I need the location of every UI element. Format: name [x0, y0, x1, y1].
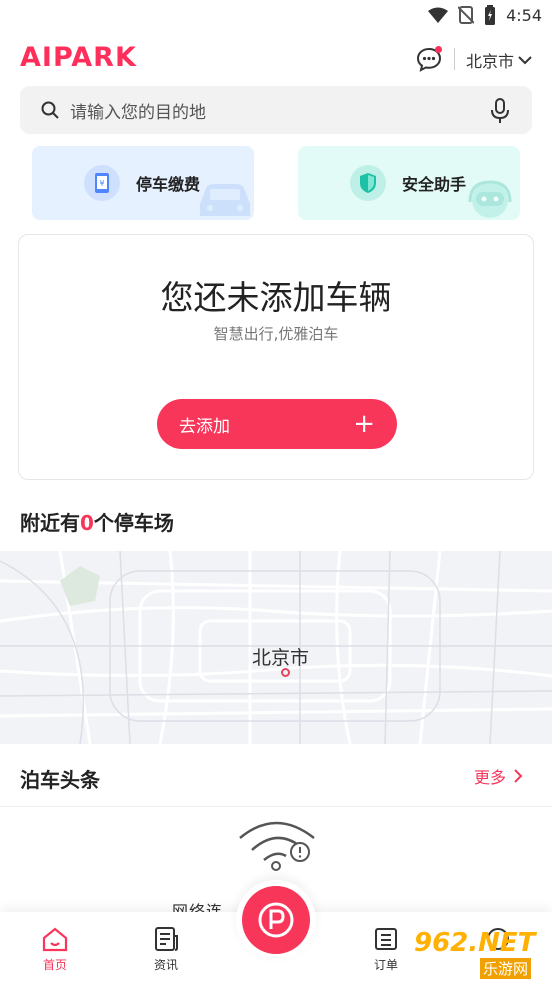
header-divider — [454, 48, 455, 70]
parking-payment-card[interactable]: ¥ 停车缴费 — [32, 146, 254, 220]
parking-payment-icon: ¥ — [84, 165, 120, 201]
microphone-icon[interactable] — [490, 98, 510, 124]
chevron-down-icon — [518, 56, 532, 65]
unread-dot — [435, 46, 442, 53]
watermark-logo: 962.NET — [414, 928, 536, 958]
wifi-signal-icon — [428, 7, 449, 23]
nearby-prefix: 附近有 — [20, 511, 80, 535]
vehicle-empty-title: 您还未添加车辆 — [160, 278, 392, 317]
headlines-title: 泊车头条 — [20, 768, 100, 792]
vehicle-empty-subtitle: 智慧出行,优雅泊车 — [213, 325, 339, 343]
home-icon — [42, 927, 68, 952]
search-bar[interactable]: 请输入您的目的地 — [20, 86, 532, 134]
status-bar: 4:54 — [0, 0, 552, 32]
safety-assistant-label: 安全助手 — [402, 175, 467, 194]
map-city-label: 北京市 — [252, 647, 310, 669]
map-view[interactable]: 北京市 — [0, 551, 552, 744]
city-selector[interactable]: 北京市 — [466, 48, 532, 72]
no-network-icon — [239, 821, 315, 871]
park-button[interactable] — [242, 886, 310, 954]
tab-news-label: 资讯 — [153, 958, 178, 972]
no-sim-icon — [458, 6, 475, 24]
headlines-divider — [0, 806, 552, 807]
shield-icon — [350, 165, 386, 201]
more-label: 更多 — [474, 768, 507, 787]
tab-orders-label: 订单 — [373, 958, 398, 972]
tab-home-label: 首页 — [42, 958, 67, 972]
nearby-parking-heading: 附近有0个停车场 — [20, 507, 174, 536]
more-link[interactable]: 更多 — [474, 764, 523, 788]
add-vehicle-label: 去添加 — [179, 416, 230, 437]
nearby-count: 0 — [80, 511, 94, 535]
add-vehicle-button[interactable]: 去添加 + — [157, 399, 397, 449]
chevron-right-icon — [514, 769, 523, 783]
plus-icon: + — [353, 409, 375, 439]
app-logo: AIPARK — [20, 42, 137, 73]
nearby-suffix: 个停车场 — [93, 511, 174, 535]
car-illustration-icon — [200, 184, 250, 216]
city-label: 北京市 — [466, 52, 515, 71]
robot-illustration-icon — [468, 180, 512, 218]
orders-icon — [375, 928, 397, 950]
tab-home[interactable]: 首页 — [25, 926, 85, 973]
tab-orders[interactable]: 订单 — [356, 926, 416, 973]
svg-text:¥: ¥ — [99, 179, 104, 188]
battery-icon — [485, 5, 496, 25]
search-input[interactable]: 请输入您的目的地 — [70, 98, 206, 123]
parking-p-icon — [258, 902, 294, 938]
safety-assistant-card[interactable]: 安全助手 — [298, 146, 520, 220]
search-icon — [41, 101, 59, 119]
location-pin-icon — [281, 668, 290, 677]
news-icon — [155, 927, 178, 951]
tab-news[interactable]: 资讯 — [136, 926, 196, 973]
status-time: 4:54 — [506, 5, 542, 25]
watermark-sub: 乐游网 — [480, 958, 532, 979]
parking-payment-label: 停车缴费 — [136, 175, 201, 194]
vehicle-card: 您还未添加车辆 智慧出行,优雅泊车 去添加 + — [18, 234, 534, 480]
